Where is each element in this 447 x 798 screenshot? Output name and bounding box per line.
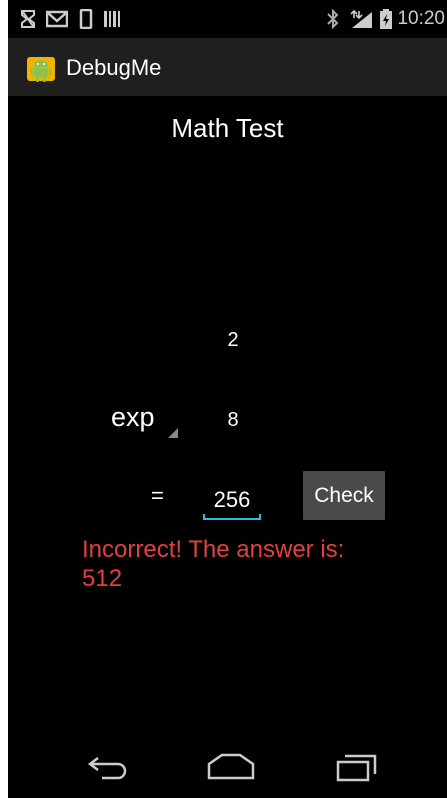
result-message: Incorrect! The answer is: 512: [82, 535, 422, 593]
device-screen: 10:20 DebugMe Math Test 2 exp 8 = 256 Ch…: [8, 0, 447, 798]
mail-icon: [46, 10, 68, 28]
status-bar: 10:20: [8, 0, 447, 38]
answer-value[interactable]: 256: [203, 487, 261, 513]
recent-apps-icon[interactable]: [335, 752, 379, 782]
operand-1: 2: [227, 329, 239, 351]
check-button[interactable]: Check: [303, 471, 385, 520]
equals-sign: =: [151, 483, 164, 508]
result-line-1: Incorrect! The answer is:: [82, 536, 345, 563]
operator-label: exp: [111, 402, 155, 432]
barcode-icon: [104, 11, 120, 27]
signal-icon: [350, 9, 372, 28]
back-icon[interactable]: [86, 752, 130, 782]
app-title: DebugMe: [66, 55, 162, 80]
navigation-bar: [8, 740, 447, 798]
android-robot-icon: [27, 57, 55, 82]
answer-underline: [203, 514, 261, 520]
home-icon[interactable]: [206, 752, 256, 782]
result-answer: 512: [82, 565, 123, 592]
page-title: Math Test: [171, 113, 284, 143]
operator-spinner[interactable]: exp: [108, 398, 178, 438]
status-time: 10:20: [397, 8, 445, 29]
battery-icon: [380, 9, 392, 29]
notification-block-icon: [21, 10, 35, 28]
spinner-arrow-icon: [168, 428, 178, 438]
answer-input[interactable]: 256: [203, 484, 261, 520]
phone-icon: [79, 9, 93, 29]
operand-2: 8: [227, 409, 239, 431]
action-bar: DebugMe: [8, 38, 447, 96]
bluetooth-icon: [327, 9, 339, 29]
